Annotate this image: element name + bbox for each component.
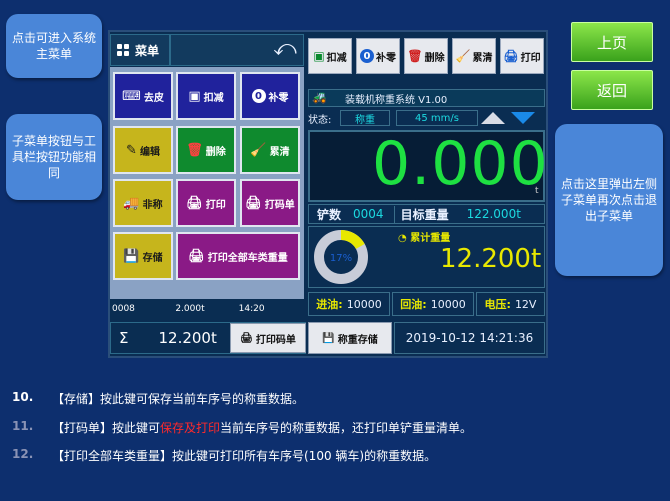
status-row: 状态: 称重 45 mm/s xyxy=(308,109,545,127)
voltage-cell: 电压: 12V xyxy=(476,292,545,316)
callout-main-menu: 点击可进入系统主菜单 xyxy=(6,14,102,78)
bucket-count: 0004 xyxy=(353,207,384,221)
clear-icon: 🧹 xyxy=(250,142,267,158)
oil-in-label: 进油: xyxy=(316,298,343,311)
menu-button[interactable]: 菜单 xyxy=(110,34,170,66)
submenu-tare-button[interactable]: ⌨ 去皮 xyxy=(113,72,173,120)
toolbar-zero-button[interactable]: 0 补零 xyxy=(356,38,400,74)
deduct-icon: ▣ xyxy=(188,88,201,104)
oil-in-value: 10000 xyxy=(346,297,382,311)
sigma-value: 12.200t xyxy=(158,329,217,347)
callout-submenu-same: 子菜单按钮与工具栏按钮功能相同 xyxy=(6,114,102,200)
zero-icon: 0 xyxy=(360,49,374,63)
instruction-12: 12. 【打印全部车类重量】按此键可打印所有车序号(100 辆车)的称重数据。 xyxy=(12,447,437,463)
truck-icon: 🚚 xyxy=(123,195,140,211)
printer-icon: 🖨 xyxy=(503,49,519,63)
toolbar-delete-button[interactable]: 🗑 删除 xyxy=(404,38,448,74)
toolbar-deduct-button[interactable]: ▣ 扣减 xyxy=(308,38,352,74)
callout-click-here: 点击这里弹出左侧子菜单再次点击退出子菜单 xyxy=(555,124,663,276)
submenu-print-code-button[interactable]: 🖨 打码单 xyxy=(240,179,300,227)
toolbar-clear-button[interactable]: 🧹 累清 xyxy=(452,38,496,74)
bucket-label: 铲数 xyxy=(317,207,342,222)
oil-out-label: 回油: xyxy=(400,298,427,311)
save-icon: 💾 xyxy=(123,248,140,264)
menu-label: 菜单 xyxy=(135,43,160,58)
instruction-11: 11. 【打码单】按此键可 保存及打印 当前车序号的称重数据，还打印单铲重量清单。 xyxy=(12,419,473,435)
clear-icon: 🧹 xyxy=(455,49,471,63)
accum-value: 12.200t xyxy=(440,244,542,274)
sigma-symbol: Σ xyxy=(119,329,129,347)
submenu-print-all-button[interactable]: 🖨 打印全部车类重量 xyxy=(176,232,300,280)
printer-icon: 🖨 xyxy=(245,195,262,211)
table-row: 0008 2.000t 14:20 xyxy=(112,304,265,314)
clock-icon: ◔ xyxy=(398,233,407,244)
scroll-down-button[interactable] xyxy=(508,110,538,126)
printer-icon: 🖨 xyxy=(186,195,203,211)
toolbar-print-button[interactable]: 🖨 打印 xyxy=(500,38,544,74)
status-value: 称重 xyxy=(340,110,390,126)
bucket-row: 铲数 0004 目标重量 122.000t xyxy=(308,204,545,224)
printer-icon: 🖨 xyxy=(188,248,205,264)
speed-value: 45 mm/s xyxy=(396,110,478,126)
voltage-value: 12V xyxy=(514,297,537,311)
menu-grid-icon xyxy=(117,44,129,56)
accum-percent: 17% xyxy=(330,253,352,264)
target-label: 目标重量 xyxy=(393,205,449,223)
oil-in-cell: 进油: 10000 xyxy=(308,292,390,316)
submenu-store-button[interactable]: 💾 存储 xyxy=(113,232,173,280)
submenu-delete-button[interactable]: 🗑 删除 xyxy=(176,126,236,174)
system-title: 装载机称重系统 V1.00 xyxy=(345,94,448,106)
loader-truck-icon: 🚜 xyxy=(312,90,327,104)
delete-icon: 🗑 xyxy=(186,142,203,158)
target-value: 122.000t xyxy=(466,207,521,221)
status-label: 状态: xyxy=(308,114,332,126)
tare-icon: ⌨ xyxy=(122,88,141,104)
zero-icon: 0 xyxy=(251,89,266,103)
deduct-icon: ▣ xyxy=(313,49,325,63)
submenu-print-button[interactable]: 🖨 打印 xyxy=(176,179,236,227)
voltage-label: 电压: xyxy=(484,298,511,311)
oil-row: 进油: 10000 回油: 10000 电压: 12V xyxy=(308,292,545,316)
print-code-button[interactable]: 🖨 打印码单 xyxy=(230,323,306,353)
submenu-zero-button[interactable]: 0 补零 xyxy=(240,72,300,120)
oil-out-cell: 回油: 10000 xyxy=(392,292,474,316)
scroll-up-button[interactable] xyxy=(478,110,508,126)
system-title-bar: 装载机称重系统 V1.00 xyxy=(308,89,545,107)
instruction-10: 10. 【存储】按此键可保存当前车序号的称重数据。 xyxy=(12,390,305,406)
accum-progress-donut: 17% xyxy=(314,230,368,284)
submenu-deduct-button[interactable]: ▣ 扣减 xyxy=(176,72,236,120)
prev-page-button[interactable]: 上页 xyxy=(571,22,653,62)
save-icon: 💾 xyxy=(322,332,335,344)
oil-out-value: 10000 xyxy=(430,297,466,311)
weigh-store-button[interactable]: 💾 称重存储 xyxy=(308,322,392,354)
delete-icon: 🗑 xyxy=(407,49,423,63)
edit-icon: ✎ xyxy=(126,142,137,158)
printer-icon: 🖨 xyxy=(240,332,253,344)
back-arrow-icon[interactable]: ⤺ xyxy=(270,37,300,61)
weight-value: 0.000 xyxy=(372,129,545,199)
weight-unit: t xyxy=(535,186,539,196)
accum-label: ◔ 累计重量 xyxy=(398,233,451,244)
back-button[interactable]: 返回 xyxy=(571,70,653,110)
submenu-edit-button[interactable]: ✎ 编辑 xyxy=(113,126,173,174)
datetime-display: 2019-10-12 14:21:36 xyxy=(394,322,545,354)
submenu-clear-button[interactable]: 🧹 累清 xyxy=(240,126,300,174)
submenu-not-weigh-button[interactable]: 🚚 非称 xyxy=(113,179,173,227)
